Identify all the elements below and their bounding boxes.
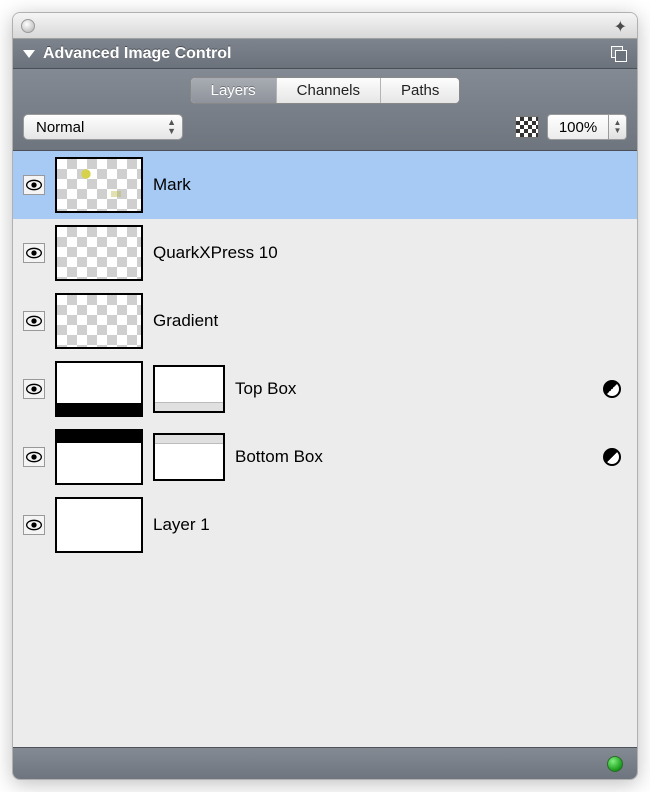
layer-row[interactable]: Mark xyxy=(13,151,637,219)
layer-name[interactable]: QuarkXPress 10 xyxy=(153,243,278,263)
tab-layers[interactable]: Layers xyxy=(191,78,277,103)
eye-icon xyxy=(26,383,42,395)
layer-row[interactable]: QuarkXPress 10 xyxy=(13,219,637,287)
panel-footer xyxy=(13,747,637,779)
opacity-control: 100% ▲▼ xyxy=(547,114,627,140)
visibility-toggle[interactable] xyxy=(23,379,45,399)
tab-bar: Layers Channels Paths xyxy=(190,77,461,104)
mask-thumbnail[interactable] xyxy=(153,365,225,413)
layer-thumbnail[interactable] xyxy=(55,157,143,213)
layer-row[interactable]: Top Box xyxy=(13,355,637,423)
visibility-toggle[interactable] xyxy=(23,243,45,263)
panel-header[interactable]: Advanced Image Control xyxy=(13,39,637,69)
eye-icon xyxy=(26,179,42,191)
panel-subheader: Layers Channels Paths Normal ▲▼ 100% ▲▼ xyxy=(13,69,637,151)
tab-channels[interactable]: Channels xyxy=(277,78,381,103)
layer-name[interactable]: Top Box xyxy=(235,379,296,399)
select-arrows-icon: ▲▼ xyxy=(167,118,176,136)
layer-thumbnail[interactable] xyxy=(55,293,143,349)
layer-row[interactable]: Gradient xyxy=(13,287,637,355)
tab-paths[interactable]: Paths xyxy=(381,78,459,103)
layer-row[interactable]: Layer 1 xyxy=(13,491,637,559)
layer-thumbnail[interactable] xyxy=(55,497,143,553)
visibility-toggle[interactable] xyxy=(23,447,45,467)
advanced-image-control-panel: ✦ Advanced Image Control Layers Channels… xyxy=(12,12,638,780)
visibility-toggle[interactable] xyxy=(23,515,45,535)
eye-icon xyxy=(26,451,42,463)
layer-row[interactable]: Bottom Box xyxy=(13,423,637,491)
layer-thumbnail[interactable] xyxy=(55,429,143,485)
status-indicator-icon[interactable] xyxy=(607,756,623,772)
panel-title: Advanced Image Control xyxy=(43,45,231,63)
layer-name[interactable]: Gradient xyxy=(153,311,218,331)
blend-mode-value: Normal xyxy=(36,119,84,136)
eye-icon xyxy=(26,247,42,259)
collapse-triangle-icon[interactable] xyxy=(23,50,35,58)
blend-mode-select[interactable]: Normal ▲▼ xyxy=(23,114,183,140)
mask-thumbnail[interactable] xyxy=(153,433,225,481)
dock-icon[interactable] xyxy=(611,46,627,62)
layer-list: Mark QuarkXPress 10 Gradient Top Box xyxy=(13,151,637,747)
transparency-checker-icon[interactable] xyxy=(515,116,539,138)
window-titlebar[interactable]: ✦ xyxy=(13,13,637,39)
close-button[interactable] xyxy=(21,19,35,33)
visibility-toggle[interactable] xyxy=(23,311,45,331)
mask-indicator-icon[interactable] xyxy=(603,380,621,398)
eye-icon xyxy=(26,315,42,327)
visibility-toggle[interactable] xyxy=(23,175,45,195)
layer-name[interactable]: Layer 1 xyxy=(153,515,210,535)
mask-indicator-icon[interactable] xyxy=(603,448,621,466)
layer-name[interactable]: Bottom Box xyxy=(235,447,323,467)
layer-name[interactable]: Mark xyxy=(153,175,191,195)
opacity-input[interactable]: 100% xyxy=(547,114,609,140)
eye-icon xyxy=(26,519,42,531)
opacity-stepper[interactable]: ▲▼ xyxy=(609,114,627,140)
layer-thumbnail[interactable] xyxy=(55,225,143,281)
gear-icon[interactable]: ✦ xyxy=(614,17,627,37)
layer-thumbnail[interactable] xyxy=(55,361,143,417)
opacity-value: 100% xyxy=(559,119,597,136)
